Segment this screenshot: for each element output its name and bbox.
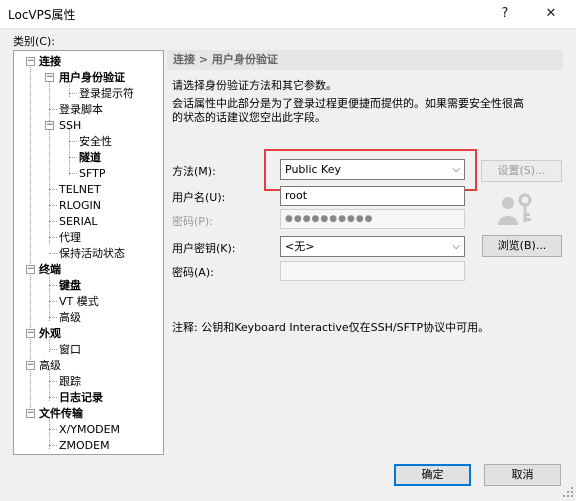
passphrase-field[interactable]: [280, 261, 465, 281]
close-button[interactable]: ✕: [528, 0, 574, 28]
resize-grip-icon[interactable]: [562, 486, 574, 498]
highlight-box: [264, 149, 477, 191]
expand-connection-icon[interactable]: −: [26, 57, 35, 66]
username-label: 用户名(U):: [172, 191, 226, 204]
username-field[interactable]: root: [280, 186, 465, 206]
tree-item-zmodem[interactable]: ZMODEM: [59, 438, 110, 453]
tree-item-appearance[interactable]: 外观: [39, 326, 61, 341]
expand-file-transfer-icon[interactable]: −: [26, 409, 35, 418]
tree-item-window[interactable]: 窗口: [59, 342, 81, 357]
tree-item-advanced[interactable]: 高级: [39, 358, 61, 373]
tree-item-sftp[interactable]: SFTP: [79, 166, 105, 181]
chevron-down-icon: ⌵: [452, 241, 460, 252]
user-key-icon: [497, 193, 537, 227]
password-label: 密码(P):: [172, 215, 213, 228]
tree-item-xymodem[interactable]: X/YMODEM: [59, 422, 120, 437]
description-line-3: 的状态的话建议您空出此字段。: [172, 111, 326, 124]
tree-item-proxy[interactable]: 代理: [59, 230, 81, 245]
tree-item-serial[interactable]: SERIAL: [59, 214, 97, 229]
user-key-select[interactable]: <无> ⌵: [280, 236, 465, 257]
passphrase-label: 密码(A):: [172, 266, 214, 279]
tree-item-trace[interactable]: 跟踪: [59, 374, 81, 389]
user-key-label: 用户密钥(K):: [172, 242, 236, 255]
tree-item-ssh[interactable]: SSH: [59, 118, 81, 133]
cancel-button[interactable]: 取消: [484, 464, 561, 486]
tree-item-file-transfer[interactable]: 文件传输: [39, 406, 83, 421]
browse-button[interactable]: 浏览(B)...: [482, 235, 562, 257]
tree-item-tunnel[interactable]: 隧道: [79, 150, 101, 165]
category-tree[interactable]: − − − − − − − 连接 用户身份验证 登录提示符 登录脚本 SSH 安…: [13, 50, 164, 455]
ok-button[interactable]: 确定: [394, 464, 471, 486]
tree-item-keyboard[interactable]: 键盘: [59, 278, 81, 293]
settings-button[interactable]: 设置(S)...: [481, 160, 562, 182]
user-key-select-value: <无>: [285, 240, 315, 253]
title-bar: LocVPS属性 ? ✕: [0, 0, 576, 29]
help-button[interactable]: ?: [482, 0, 528, 28]
expand-ssh-icon[interactable]: −: [45, 121, 54, 130]
tree-item-user-auth[interactable]: 用户身份验证: [59, 70, 125, 85]
expand-advanced-icon[interactable]: −: [26, 361, 35, 370]
tree-item-login-script[interactable]: 登录脚本: [59, 102, 103, 117]
expand-terminal-icon[interactable]: −: [26, 265, 35, 274]
method-label: 方法(M):: [172, 165, 216, 178]
expand-appearance-icon[interactable]: −: [26, 329, 35, 338]
tree-item-rlogin[interactable]: RLOGIN: [59, 198, 101, 213]
tree-item-logging[interactable]: 日志记录: [59, 390, 103, 405]
description-line-1: 请选择身份验证方法和其它参数。: [172, 79, 337, 92]
tree-item-keepalive[interactable]: 保持活动状态: [59, 246, 125, 261]
tree-item-terminal[interactable]: 终端: [39, 262, 61, 277]
tree-item-telnet[interactable]: TELNET: [59, 182, 101, 197]
tree-item-login-prompt[interactable]: 登录提示符: [79, 86, 134, 101]
tree-item-connection[interactable]: 连接: [39, 54, 61, 69]
category-label: 类别(C):: [13, 35, 55, 48]
tree-item-term-advanced[interactable]: 高级: [59, 310, 81, 325]
tree-item-vt-mode[interactable]: VT 模式: [59, 294, 99, 309]
password-field[interactable]: ●●●●●●●●●●: [280, 209, 465, 229]
expand-user-auth-icon[interactable]: −: [45, 73, 54, 82]
tree-item-security[interactable]: 安全性: [79, 134, 112, 149]
note-text: 注释: 公钥和Keyboard Interactive仅在SSH/SFTP协议中…: [172, 321, 490, 334]
section-header: 连接 > 用户身份验证: [167, 50, 563, 70]
window-title: LocVPS属性: [8, 8, 76, 22]
